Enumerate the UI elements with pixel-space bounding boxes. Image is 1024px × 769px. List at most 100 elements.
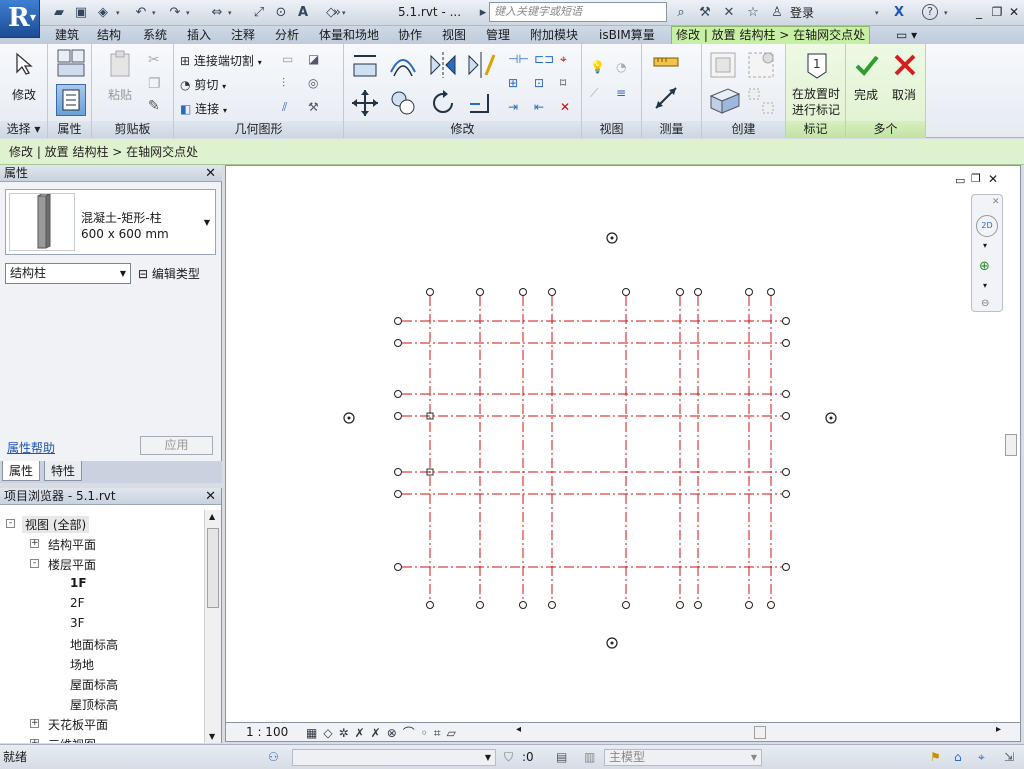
grid-bubble[interactable]: [548, 288, 556, 296]
close-icon[interactable]: ✕: [1007, 4, 1021, 20]
login-link[interactable]: 登录: [790, 4, 814, 21]
application-menu-button[interactable]: R ▼: [0, 0, 40, 38]
pin-icon[interactable]: ⌑: [560, 76, 566, 90]
tree-node[interactable]: 视图 (全部): [22, 516, 90, 533]
match-type-icon[interactable]: ✎: [148, 98, 160, 114]
tree-node[interactable]: 地面标高: [70, 636, 118, 653]
paste-icon[interactable]: [108, 50, 134, 80]
save-icon[interactable]: ▣: [72, 4, 90, 22]
help-icon[interactable]: ?: [922, 4, 938, 20]
grid-bubble[interactable]: [767, 601, 775, 609]
select-links-icon[interactable]: ⚑: [930, 745, 941, 769]
cursor-arrow-icon[interactable]: [14, 52, 34, 76]
grid-bubble[interactable]: [745, 601, 753, 609]
chevron-down-icon[interactable]: ▼: [204, 218, 210, 227]
array-icon[interactable]: ⊞: [508, 76, 518, 90]
trim-single-icon[interactable]: ⇤: [534, 100, 544, 114]
expand-icon[interactable]: +: [30, 539, 39, 548]
tab-2[interactable]: 系统: [139, 27, 171, 44]
more-icon[interactable]: »: [328, 4, 346, 22]
tree-node[interactable]: 楼层平面: [48, 556, 96, 573]
split-element-icon[interactable]: ⊣⊢: [508, 52, 529, 66]
dimension-icon[interactable]: ⤢: [250, 4, 268, 22]
mirror-draw-icon[interactable]: [466, 50, 496, 80]
grid-bubble[interactable]: [426, 601, 434, 609]
scroll-left-icon[interactable]: ◂: [516, 724, 521, 735]
horizontal-scroll-thumb[interactable]: [754, 726, 766, 739]
instance-filter-dropdown[interactable]: 结构柱 ▼: [5, 263, 131, 284]
finish-button[interactable]: 完成: [854, 86, 878, 103]
demolish-icon[interactable]: ◎: [308, 76, 318, 90]
grid-bubble[interactable]: [676, 288, 684, 296]
apply-button[interactable]: 应用: [140, 436, 213, 455]
sync-icon[interactable]: ◈: [94, 4, 112, 22]
elevation-marker-dot[interactable]: [347, 416, 351, 420]
grid-bubble[interactable]: [394, 468, 402, 476]
modify-button[interactable]: 修改: [12, 86, 36, 103]
design-options-icon[interactable]: ▥: [584, 745, 595, 769]
grid-bubble[interactable]: [782, 390, 790, 398]
tree-node[interactable]: 天花板平面: [48, 716, 108, 733]
view-restore-icon[interactable]: ❐: [971, 172, 981, 185]
type-properties-icon[interactable]: [56, 48, 86, 78]
undo-icon[interactable]: ↶: [132, 4, 150, 22]
chevron-down-icon[interactable]: ▾: [152, 4, 160, 22]
workset-dropdown[interactable]: ▼: [292, 749, 496, 766]
vertical-scroll-thumb[interactable]: [1005, 434, 1017, 456]
tree-node[interactable]: 屋顶标高: [70, 696, 118, 713]
expand-icon[interactable]: +: [30, 719, 39, 728]
chevron-down-icon[interactable]: ▾: [983, 281, 987, 290]
grid-bubble[interactable]: [782, 490, 790, 498]
properties-help-link[interactable]: 属性帮助: [7, 439, 55, 456]
grid-bubble[interactable]: [394, 390, 402, 398]
ribbon-display-toggle-icon[interactable]: ▭ ▾: [892, 27, 921, 44]
worksets-icon[interactable]: ⚇: [268, 745, 279, 769]
tab-10[interactable]: 附加模块: [526, 27, 582, 44]
checkmark-icon[interactable]: [854, 52, 880, 78]
grid-bubble[interactable]: [676, 601, 684, 609]
editing-requests-icon[interactable]: ▤: [556, 745, 567, 769]
search-input[interactable]: 键入关键字或短语: [489, 2, 667, 22]
grid-bubble[interactable]: [782, 339, 790, 347]
tab-9[interactable]: 管理: [482, 27, 514, 44]
tree-node[interactable]: 3F: [70, 616, 85, 630]
join-cut-button[interactable]: ⊞ 连接端切割 ▾: [180, 52, 262, 69]
elevation-marker-dot[interactable]: [610, 641, 614, 645]
move-icon[interactable]: [350, 88, 380, 118]
view-scale[interactable]: 1 : 100: [246, 725, 288, 739]
steering-wheel-icon[interactable]: 2D: [976, 215, 998, 237]
create-assembly-icon[interactable]: [746, 86, 776, 116]
grid-bubble[interactable]: [394, 490, 402, 498]
split-gap-icon[interactable]: ⊏⊐: [534, 52, 554, 66]
tab-8[interactable]: 视图: [438, 27, 470, 44]
grid-bubble[interactable]: [782, 468, 790, 476]
scroll-right-icon[interactable]: ▸: [996, 724, 1001, 735]
tree-node[interactable]: 2F: [70, 596, 85, 610]
scrollbar-thumb[interactable]: [207, 528, 219, 608]
split-face-icon[interactable]: ⫶: [282, 76, 285, 91]
grid-bubble[interactable]: [745, 288, 753, 296]
tree-scrollbar[interactable]: ▲ ▼: [204, 510, 221, 743]
override-graphics-icon[interactable]: ◔: [616, 60, 626, 74]
aligned-dimension-icon[interactable]: [652, 84, 680, 112]
tab-3[interactable]: 插入: [183, 27, 215, 44]
measure-distance-icon[interactable]: [652, 52, 680, 72]
grid-bubble[interactable]: [394, 317, 402, 325]
grid-bubble[interactable]: [622, 288, 630, 296]
linework-icon[interactable]: ⟋: [590, 86, 598, 101]
tree-node[interactable]: 结构平面: [48, 536, 96, 553]
unpin-icon[interactable]: ⌖: [560, 52, 567, 67]
elevation-marker-dot[interactable]: [829, 416, 833, 420]
drawing-area[interactable]: ▭ ❐ ✕ ✕ 2D ▾ ⊕ ▾ ⊖: [225, 165, 1021, 723]
view-minimize-icon[interactable]: ▭: [955, 174, 965, 187]
binoculars-icon[interactable]: ⌕: [672, 4, 690, 22]
scroll-up-icon[interactable]: ▲: [209, 512, 215, 521]
select-pinned-icon[interactable]: ⌖: [978, 745, 985, 769]
scale-icon[interactable]: ⊡: [534, 76, 544, 90]
chevron-down-icon[interactable]: ▾: [228, 4, 236, 22]
tree-node[interactable]: 三维视图: [48, 736, 96, 743]
copy-element-icon[interactable]: [388, 88, 418, 118]
select-panel-title[interactable]: 选择 ▾: [0, 121, 47, 138]
view-control-icons[interactable]: ▦◇✲✗✗⊗⌒◦⌗▱: [306, 724, 462, 741]
tab-characteristics[interactable]: 特性: [44, 461, 83, 481]
